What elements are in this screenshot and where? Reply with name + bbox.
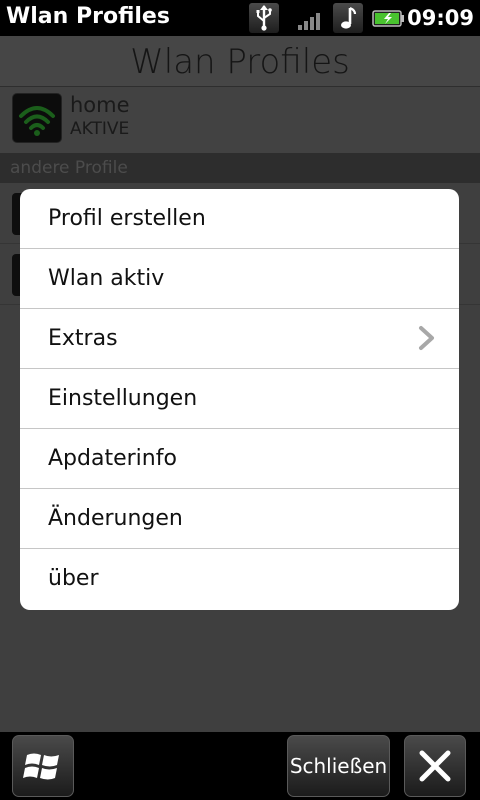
battery-icon — [372, 3, 406, 33]
menu-item-label: Änderungen — [48, 506, 183, 531]
menu-item-label: Wlan aktiv — [48, 266, 165, 291]
music-icon — [333, 3, 363, 33]
windows-logo-icon — [23, 746, 63, 791]
signal-icon — [294, 3, 324, 33]
active-profile-row[interactable]: home AKTIVE — [0, 87, 480, 153]
chevron-right-icon — [415, 325, 437, 351]
profile-name: home — [70, 93, 130, 117]
start-button[interactable] — [12, 735, 74, 797]
app-header: Wlan Profiles — [0, 36, 480, 87]
bottom-bar: Schließen — [0, 732, 480, 800]
menu-item-aenderungen[interactable]: Änderungen — [20, 489, 459, 549]
menu-item-ueber[interactable]: über — [20, 549, 459, 609]
section-header: andere Profile — [0, 153, 480, 183]
wifi-icon — [12, 93, 62, 143]
menu-item-extras[interactable]: Extras — [20, 309, 459, 369]
menu-item-apdaterinfo[interactable]: Apdaterinfo — [20, 429, 459, 489]
page-title: Wlan Profiles — [130, 42, 350, 82]
menu-item-label: über — [48, 566, 99, 591]
close-x-button[interactable] — [404, 735, 466, 797]
close-icon — [418, 749, 452, 788]
status-time: 09:09 — [407, 6, 474, 30]
menu-item-label: Einstellungen — [48, 386, 198, 411]
menu-item-einstellungen[interactable]: Einstellungen — [20, 369, 459, 429]
menu-item-label: Apdaterinfo — [48, 446, 177, 471]
status-bar: Wlan Profiles 09:09 — [0, 0, 480, 36]
menu-item-wlan-aktiv[interactable]: Wlan aktiv — [20, 249, 459, 309]
profile-status: AKTIVE — [70, 119, 130, 139]
menu-item-label: Profil erstellen — [48, 206, 206, 231]
status-app-title: Wlan Profiles — [6, 4, 170, 29]
menu-item-profil-erstellen[interactable]: Profil erstellen — [20, 189, 459, 249]
context-menu: Profil erstellen Wlan aktiv Extras Einst… — [20, 189, 459, 610]
close-button[interactable]: Schließen — [287, 735, 390, 797]
menu-item-label: Extras — [48, 326, 118, 351]
section-label: andere Profile — [10, 158, 128, 178]
usb-icon — [249, 3, 279, 33]
